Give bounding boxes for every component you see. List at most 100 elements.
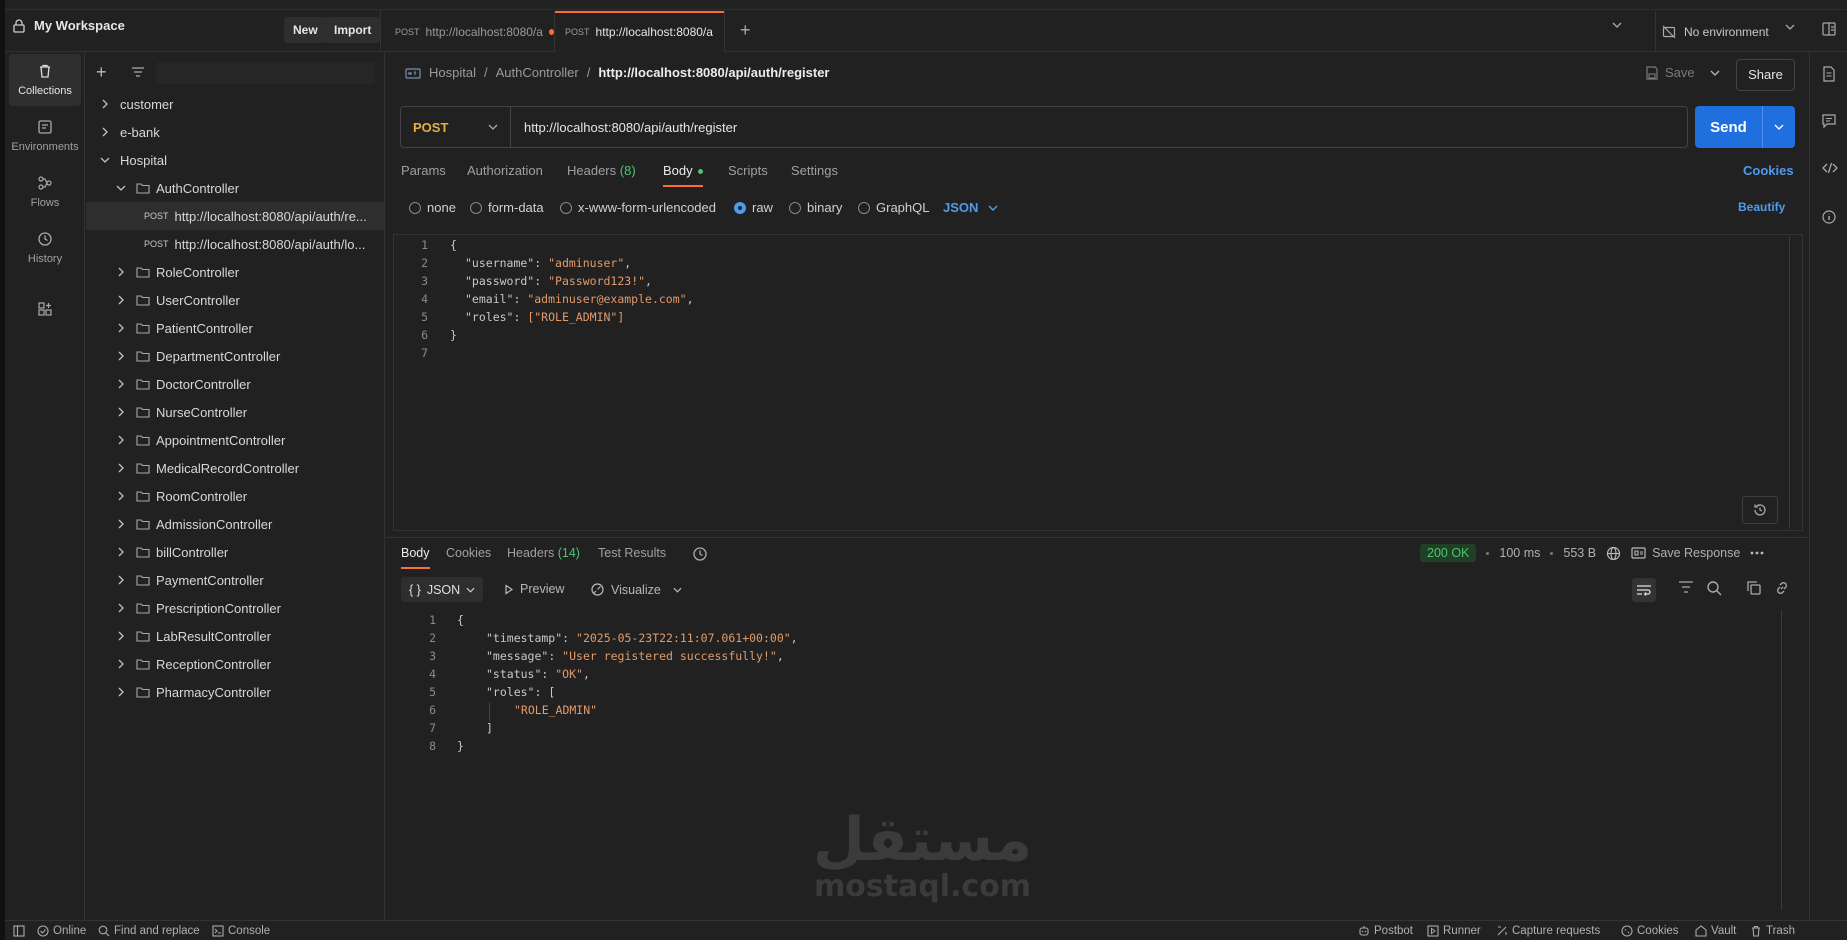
chevron-right-icon[interactable] [114,575,128,585]
chevron-down-icon[interactable] [1710,70,1720,76]
trash-button[interactable]: Trash [1750,925,1795,937]
comments-icon[interactable] [1822,114,1836,128]
tree-folder[interactable]: PatientController [86,314,384,342]
add-ons-icon[interactable] [37,301,53,317]
workspace-title[interactable]: My Workspace [12,18,125,33]
cookies-link[interactable]: Cookies [1743,163,1794,178]
chevron-down-icon[interactable] [114,184,128,192]
runner-button[interactable]: Runner [1427,925,1481,937]
add-collection-plus-icon[interactable]: + [96,62,107,83]
rail-collections[interactable]: Collections [9,54,81,106]
breadcrumb-folder[interactable]: AuthController [496,65,579,80]
globe-icon[interactable] [1606,546,1621,561]
tree-collection-hospital[interactable]: Hospital [86,146,384,174]
filter-icon[interactable] [131,66,145,78]
chevron-right-icon[interactable] [114,295,128,305]
chevron-right-icon[interactable] [98,127,112,137]
tree-folder[interactable]: ReceptionController [86,650,384,678]
vault-button[interactable]: Vault [1695,925,1736,937]
beautify-button[interactable]: Beautify [1738,200,1785,214]
radio-binary[interactable]: binary [789,200,842,215]
chevron-right-icon[interactable] [114,463,128,473]
preview-button[interactable]: Preview [504,582,564,596]
chevron-down-icon[interactable] [1785,24,1795,30]
response-format-select[interactable]: { } JSON [401,577,484,602]
tree-request[interactable]: POST http://localhost:8080/api/auth/lo... [86,230,384,258]
visualize-button[interactable]: Visualize [590,582,682,597]
tree-collection[interactable]: e-bank [86,118,384,146]
chevron-right-icon[interactable] [114,379,128,389]
environment-selector[interactable]: No environment [1655,11,1820,52]
radio-raw[interactable]: raw [734,200,773,215]
save-button[interactable]: Save [1645,65,1695,80]
cookies-button[interactable]: Cookies [1621,925,1679,937]
status-badge[interactable]: 200 OK [1420,544,1477,562]
url-input[interactable]: http://localhost:8080/api/auth/register [511,120,737,135]
chevron-right-icon[interactable] [114,491,128,501]
send-button[interactable]: Send [1695,106,1795,148]
layout-icon[interactable] [1822,22,1836,36]
share-button[interactable]: Share [1736,59,1795,91]
tree-folder[interactable]: NurseController [86,398,384,426]
response-divider[interactable] [386,537,1808,538]
import-button[interactable]: Import [325,17,381,43]
chevron-down-icon[interactable] [1763,124,1795,130]
wrap-lines-button[interactable] [1632,578,1656,602]
response-size[interactable]: 553 B [1563,546,1596,560]
tree-folder[interactable]: LabResultController [86,622,384,650]
tab-body[interactable]: Body [663,163,703,178]
tree-folder[interactable]: billController [86,538,384,566]
documentation-icon[interactable] [1822,66,1836,82]
tree-folder[interactable]: PrescriptionController [86,594,384,622]
chevron-right-icon[interactable] [114,659,128,669]
method-select[interactable]: POST [401,107,511,147]
tree-folder[interactable]: DoctorController [86,370,384,398]
code-icon[interactable] [1822,162,1838,174]
response-tab-test-results[interactable]: Test Results [598,546,666,560]
chevron-right-icon[interactable] [114,687,128,697]
tree-folder[interactable]: PharmacyController [86,678,384,706]
tree-folder[interactable]: RoomController [86,482,384,510]
radio-graphql[interactable]: GraphQL [858,200,929,215]
rail-environments[interactable]: Environments [9,110,81,162]
more-options-icon[interactable] [1750,551,1764,555]
tree-folder[interactable]: RoleController [86,258,384,286]
search-collections-input[interactable] [156,62,375,84]
chevron-right-icon[interactable] [114,351,128,361]
chevron-right-icon[interactable] [114,323,128,333]
capture-requests-button[interactable]: Capture requests [1496,925,1600,937]
editor-scrollbar[interactable] [1789,236,1790,529]
rail-history[interactable]: History [9,222,81,274]
radio-urlencoded[interactable]: x-www-form-urlencoded [560,200,716,215]
tree-folder[interactable]: MedicalRecordController [86,454,384,482]
chevron-down-icon[interactable] [1612,22,1622,28]
tree-folder[interactable]: PaymentController [86,566,384,594]
response-tab-headers[interactable]: Headers (14) [507,546,580,560]
response-time[interactable]: 100 ms [1499,546,1540,560]
response-scrollbar[interactable] [1781,610,1782,910]
radio-form-data[interactable]: form-data [470,200,544,215]
chevron-right-icon[interactable] [98,99,112,109]
postbot-button[interactable]: Postbot [1358,925,1413,937]
rail-flows[interactable]: Flows [9,166,81,218]
save-response-button[interactable]: Save Response [1631,546,1740,560]
tab-request-2[interactable]: POST http://localhost:8080/a [555,11,725,52]
chevron-right-icon[interactable] [114,631,128,641]
tab-scripts[interactable]: Scripts [728,163,768,178]
online-status[interactable]: Online [37,925,86,937]
response-tab-cookies[interactable]: Cookies [446,546,491,560]
chevron-right-icon[interactable] [114,267,128,277]
chevron-right-icon[interactable] [114,407,128,417]
chevron-right-icon[interactable] [114,435,128,445]
tree-request[interactable]: POST http://localhost:8080/api/auth/re... [86,202,384,230]
tab-request-1[interactable]: POST http://localhost:8080/a [385,11,555,52]
chevron-down-icon[interactable] [98,156,112,164]
tree-folder[interactable]: UserController [86,286,384,314]
history-icon[interactable] [692,546,708,562]
link-icon[interactable] [1774,580,1790,596]
tree-folder[interactable]: AppointmentController [86,426,384,454]
language-select[interactable]: JSON [943,200,998,215]
response-tab-body[interactable]: Body [401,546,430,560]
info-icon[interactable] [1822,210,1836,224]
search-icon[interactable] [1706,580,1722,596]
